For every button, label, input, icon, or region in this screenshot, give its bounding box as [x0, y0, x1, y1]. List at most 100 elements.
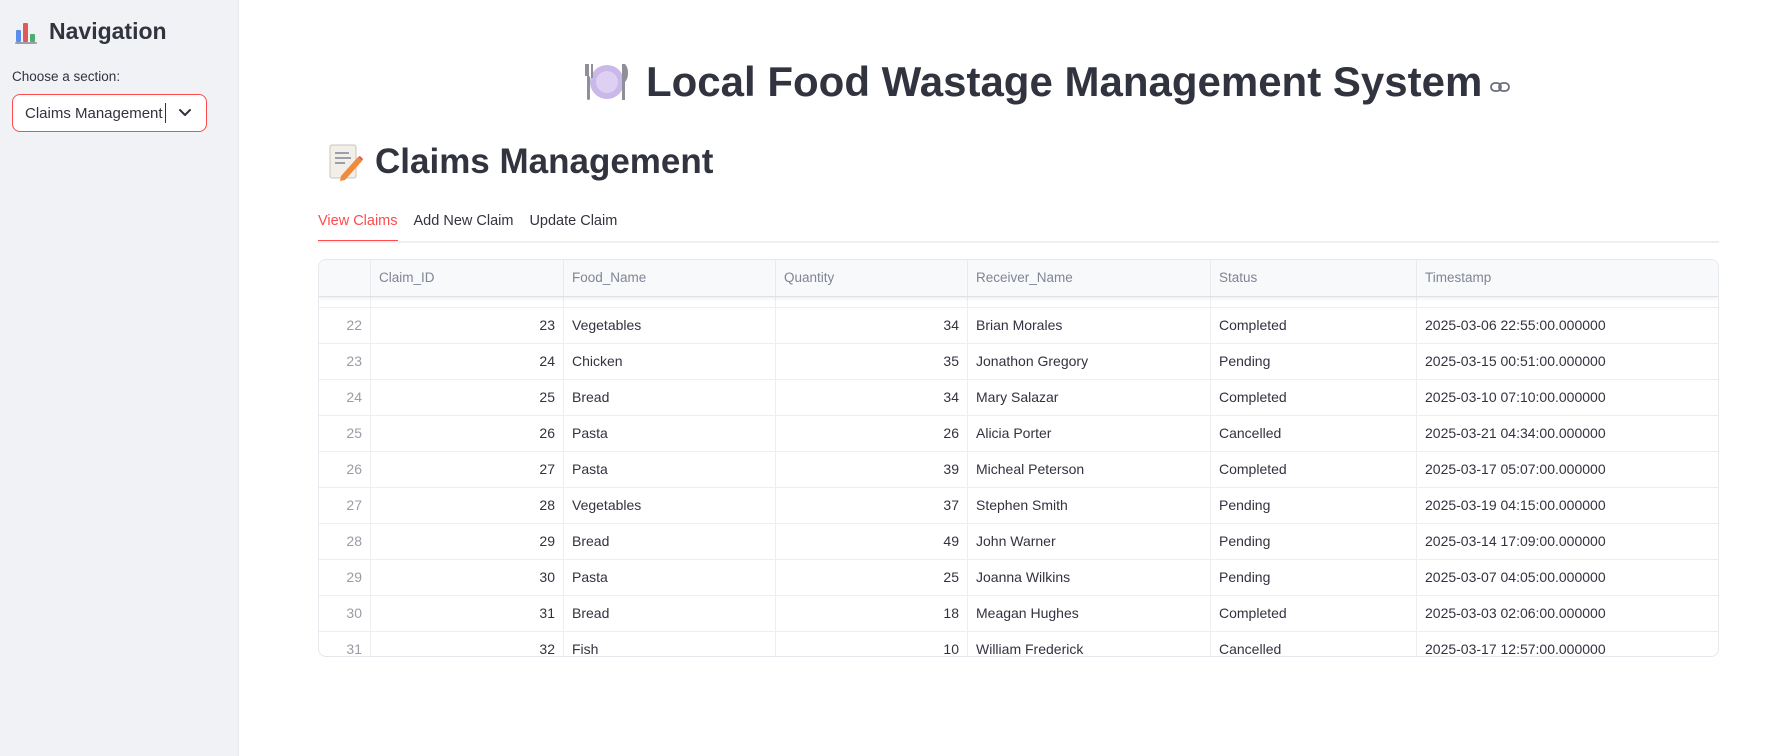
table-row[interactable]: 30 31 Bread 18 Meagan Hughes Completed 2025-03…: [319, 596, 1718, 632]
chevron-down-icon[interactable]: [178, 105, 192, 119]
row-index: 22: [346, 317, 362, 333]
claim-id-cell[interactable]: 24: [370, 344, 563, 379]
row-index: 24: [346, 389, 362, 405]
section-select-value: Claims Management: [25, 104, 163, 122]
receiver-name-cell[interactable]: Meagan Hughes: [967, 596, 1210, 631]
column-header-food-name[interactable]: Food_Name: [563, 260, 775, 296]
claims-table[interactable]: 2122Pasta14Christopher GarciaPending2025…: [318, 259, 1719, 657]
claim-id-cell[interactable]: 26: [370, 416, 563, 451]
row-index: 29: [346, 569, 362, 585]
status-cell[interactable]: Completed: [1210, 308, 1416, 343]
column-header-claim-id[interactable]: Claim_ID: [370, 260, 563, 296]
food-name-cell[interactable]: Bread: [563, 596, 775, 631]
timestamp-cell[interactable]: 2025-03-17 12:57:00.000000: [1416, 632, 1718, 656]
status-cell[interactable]: Pending: [1210, 488, 1416, 523]
status-cell[interactable]: Completed: [1210, 452, 1416, 487]
table-row[interactable]: 28 29 Bread 49 John Warner Pending 2025-03-14 …: [319, 524, 1718, 560]
column-header-timestamp[interactable]: Timestamp: [1416, 260, 1718, 296]
receiver-name-cell[interactable]: Alicia Porter: [967, 416, 1210, 451]
tab-add-new-claim[interactable]: Add New Claim: [414, 210, 514, 242]
timestamp-cell[interactable]: 2025-03-15 00:51:00.000000: [1416, 344, 1718, 379]
receiver-name-cell[interactable]: Brian Morales: [967, 308, 1210, 343]
receiver-name-cell[interactable]: Micheal Peterson: [967, 452, 1210, 487]
page-title-text: Local Food Wastage Management System: [646, 58, 1483, 105]
food-name-cell[interactable]: Vegetables: [563, 488, 775, 523]
row-index: 26: [346, 461, 362, 477]
food-name-cell[interactable]: Vegetables: [563, 308, 775, 343]
claim-id-cell[interactable]: 28: [370, 488, 563, 523]
food-name-cell[interactable]: Bread: [563, 380, 775, 415]
status-cell[interactable]: Cancelled: [1210, 632, 1416, 656]
receiver-name-cell[interactable]: John Warner: [967, 524, 1210, 559]
food-name-cell[interactable]: Chicken: [563, 344, 775, 379]
tab-bar: View Claims Add New Claim Update Claim: [318, 210, 633, 242]
claim-id-cell[interactable]: 30: [370, 560, 563, 595]
receiver-name-cell[interactable]: Joanna Wilkins: [967, 560, 1210, 595]
status-cell[interactable]: Pending: [1210, 524, 1416, 559]
row-index: 25: [346, 425, 362, 441]
quantity-cell[interactable]: 10: [775, 632, 967, 656]
table-header: Claim_ID Food_Name Quantity Receiver_Nam…: [319, 260, 1718, 297]
claim-id-cell[interactable]: 32: [370, 632, 563, 656]
timestamp-cell[interactable]: 2025-03-03 02:06:00.000000: [1416, 596, 1718, 631]
quantity-cell[interactable]: 35: [775, 344, 967, 379]
receiver-name-cell[interactable]: William Frederick: [967, 632, 1210, 656]
memo-icon: [329, 144, 363, 181]
quantity-cell[interactable]: 39: [775, 452, 967, 487]
timestamp-cell[interactable]: 2025-03-07 04:05:00.000000: [1416, 560, 1718, 595]
quantity-cell[interactable]: 26: [775, 416, 967, 451]
table-row[interactable]: 31 32 Fish 10 William Frederick Cancelled 2025…: [319, 632, 1718, 657]
row-index: 30: [346, 605, 362, 621]
table-row[interactable]: 29 30 Pasta 25 Joanna Wilkins Pending 2025-03-…: [319, 560, 1718, 596]
status-cell[interactable]: Completed: [1210, 380, 1416, 415]
timestamp-cell[interactable]: 2025-03-19 04:15:00.000000: [1416, 488, 1718, 523]
status-cell[interactable]: Cancelled: [1210, 416, 1416, 451]
status-cell[interactable]: Pending: [1210, 560, 1416, 595]
table-row[interactable]: 25 26 Pasta 26 Alicia Porter Cancelled 2025-03…: [319, 416, 1718, 452]
timestamp-cell[interactable]: 2025-03-06 22:55:00.000000: [1416, 308, 1718, 343]
section-select-label: Choose a section:: [12, 69, 121, 84]
column-header-status[interactable]: Status: [1210, 260, 1416, 296]
row-index: 23: [346, 353, 362, 369]
receiver-name-cell[interactable]: Mary Salazar: [967, 380, 1210, 415]
link-icon[interactable]: [1490, 80, 1511, 94]
timestamp-cell[interactable]: 2025-03-21 04:34:00.000000: [1416, 416, 1718, 451]
quantity-cell[interactable]: 25: [775, 560, 967, 595]
table-row[interactable]: 22 23 Vegetables 34 Brian Morales Completed 20…: [319, 308, 1718, 344]
quantity-cell[interactable]: 34: [775, 380, 967, 415]
table-row[interactable]: 24 25 Bread 34 Mary Salazar Completed 2025-03-…: [319, 380, 1718, 416]
timestamp-cell[interactable]: 2025-03-17 05:07:00.000000: [1416, 452, 1718, 487]
food-name-cell[interactable]: Pasta: [563, 452, 775, 487]
claim-id-cell[interactable]: 29: [370, 524, 563, 559]
tab-view-claims[interactable]: View Claims: [318, 210, 398, 242]
table-row[interactable]: 26 27 Pasta 39 Micheal Peterson Completed 2025…: [319, 452, 1718, 488]
row-index: 31: [346, 641, 362, 657]
table-row[interactable]: 27 28 Vegetables 37 Stephen Smith Pending 2025…: [319, 488, 1718, 524]
status-cell[interactable]: Completed: [1210, 596, 1416, 631]
receiver-name-cell[interactable]: Stephen Smith: [967, 488, 1210, 523]
section-select[interactable]: Claims Management: [12, 94, 207, 132]
quantity-cell[interactable]: 49: [775, 524, 967, 559]
food-name-cell[interactable]: Pasta: [563, 416, 775, 451]
column-header-receiver-name[interactable]: Receiver_Name: [967, 260, 1210, 296]
status-cell[interactable]: Pending: [1210, 344, 1416, 379]
claim-id-cell[interactable]: 31: [370, 596, 563, 631]
quantity-cell[interactable]: 34: [775, 308, 967, 343]
table-body[interactable]: 2122Pasta14Christopher GarciaPending2025…: [319, 272, 1718, 657]
food-name-cell[interactable]: Fish: [563, 632, 775, 656]
receiver-name-cell[interactable]: Jonathon Gregory: [967, 344, 1210, 379]
food-name-cell[interactable]: Pasta: [563, 560, 775, 595]
table-row[interactable]: 23 24 Chicken 35 Jonathon Gregory Pending 2025…: [319, 344, 1718, 380]
timestamp-cell[interactable]: 2025-03-14 17:09:00.000000: [1416, 524, 1718, 559]
quantity-cell[interactable]: 37: [775, 488, 967, 523]
claim-id-cell[interactable]: 27: [370, 452, 563, 487]
tab-divider: [318, 241, 1719, 243]
quantity-cell[interactable]: 18: [775, 596, 967, 631]
timestamp-cell[interactable]: 2025-03-10 07:10:00.000000: [1416, 380, 1718, 415]
row-index: 27: [346, 497, 362, 513]
food-name-cell[interactable]: Bread: [563, 524, 775, 559]
claim-id-cell[interactable]: 23: [370, 308, 563, 343]
column-header-quantity[interactable]: Quantity: [775, 260, 967, 296]
tab-update-claim[interactable]: Update Claim: [529, 210, 617, 242]
claim-id-cell[interactable]: 25: [370, 380, 563, 415]
